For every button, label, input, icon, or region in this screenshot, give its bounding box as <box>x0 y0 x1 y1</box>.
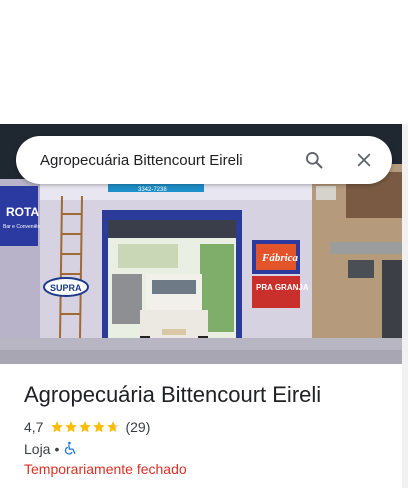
separator-dot: • <box>54 441 60 457</box>
star-icon <box>93 421 106 433</box>
place-details: Agropecuária Bittencourt Eireli 4,7 (29)… <box>24 380 394 479</box>
poster-fabrica: Fábrica <box>261 252 299 264</box>
star-icon <box>79 421 92 433</box>
reviews-count-link[interactable]: (29) <box>125 419 150 435</box>
wheelchair-icon[interactable] <box>63 441 77 458</box>
sign-phone: 3342-7238 <box>138 187 167 193</box>
rating-value: 4,7 <box>24 419 44 435</box>
search-box <box>16 136 392 184</box>
search-input[interactable] <box>40 151 290 169</box>
close-icon[interactable] <box>352 148 376 172</box>
star-icon <box>107 421 120 433</box>
category-row: Loja • <box>24 440 394 458</box>
scrollbar[interactable] <box>402 124 408 488</box>
place-category[interactable]: Loja <box>24 441 50 457</box>
star-icon <box>65 421 78 433</box>
search-icon[interactable] <box>302 148 326 172</box>
sign-supra: SUPRA <box>50 283 82 293</box>
poster-granja: PRA GRANJA <box>256 283 309 292</box>
rating-stars <box>50 420 120 434</box>
status-closed: Temporariamente fechado <box>24 461 187 477</box>
place-title: Agropecuária Bittencourt Eireli <box>24 382 322 407</box>
place-panel: ROTA 66 Bar e Conveniência 3342-7238 SUP… <box>0 0 408 488</box>
star-icon <box>51 421 64 433</box>
rating-row: 4,7 (29) <box>24 418 394 436</box>
